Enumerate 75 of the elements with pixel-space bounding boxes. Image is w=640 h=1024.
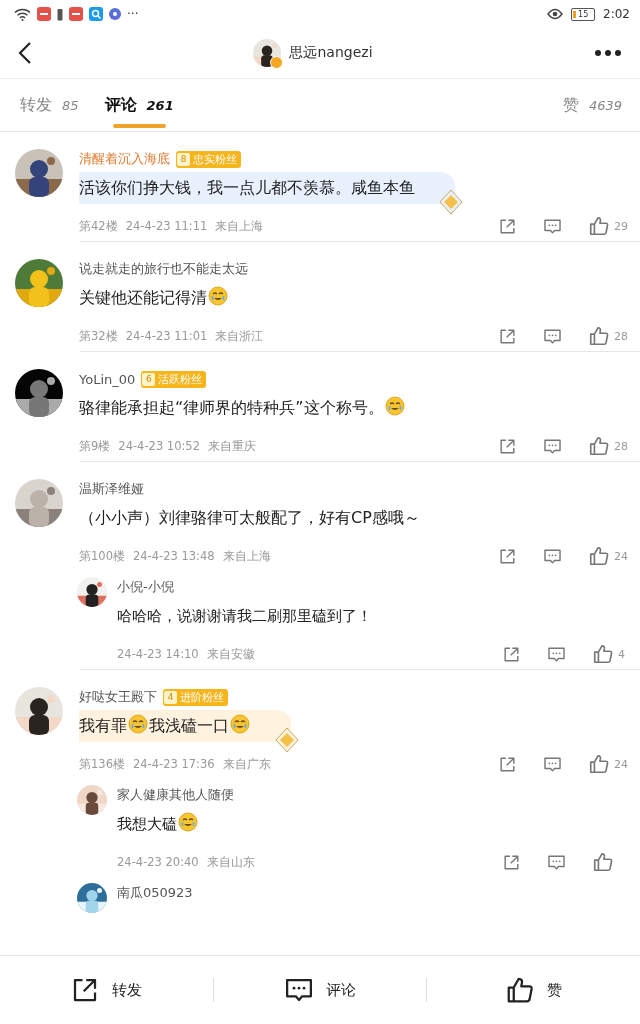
- user-name[interactable]: 说走就走的旅行也不能走太远: [79, 260, 248, 278]
- post-time: 24-4-23 17:36: [132, 756, 215, 772]
- tab[interactable]: 转发 85: [20, 79, 79, 131]
- emoji-icon: [384, 396, 405, 416]
- reply-button[interactable]: [543, 546, 562, 566]
- thumbs-up-icon[interactable]: [505, 975, 536, 1005]
- floor-number: 第32楼: [79, 328, 118, 344]
- emoji-icon: [128, 714, 148, 734]
- comment-text: 哈哈哈，说谢谢请我二刷那里磕到了！: [117, 606, 372, 627]
- reply-button[interactable]: [543, 754, 562, 774]
- floor-number: 第136楼: [79, 756, 125, 772]
- user-name[interactable]: 好哒女王殿下: [79, 688, 157, 706]
- comment-text: 骆律能承担起“律师界的特种兵”这个称号。: [79, 396, 406, 420]
- share-button[interactable]: [498, 546, 517, 566]
- user-name: 思远nangezi: [289, 44, 373, 62]
- comment-text: 我想大磕: [117, 812, 199, 836]
- floor-number: 第9楼: [79, 438, 111, 454]
- wifi-icon: [14, 7, 31, 21]
- back-icon[interactable]: [18, 41, 32, 65]
- search-icon: [89, 7, 103, 21]
- location: 来自上海: [215, 218, 264, 234]
- post-time: 24-4-23 10:52: [118, 438, 200, 454]
- user-name[interactable]: 温斯泽维娅: [79, 480, 144, 498]
- share-button[interactable]: [502, 852, 521, 872]
- tab[interactable]: 评论 261: [104, 79, 174, 131]
- user-name[interactable]: 小倪-小倪: [117, 578, 174, 596]
- post-time: 24-4-23 20:40: [117, 854, 199, 870]
- more-notifications: ···: [127, 7, 139, 21]
- fan-badge: 6 活跃粉丝: [141, 370, 207, 388]
- location: 来自上海: [222, 548, 271, 564]
- emoji-icon: [230, 714, 250, 734]
- eye-icon: [547, 8, 564, 20]
- post-time: 24-4-23 14:10: [117, 646, 199, 662]
- comment-text: 关键他还能记得清: [79, 286, 229, 310]
- reply-button[interactable]: [547, 852, 566, 872]
- battery-indicator: 15: [571, 7, 596, 21]
- floor-number: 第42楼: [79, 218, 118, 234]
- post-time: 24-4-23 11:11: [125, 218, 208, 234]
- comment-button[interactable]: 评论: [213, 975, 427, 1005]
- comment-text: （小小声）刘律骆律可太般配了，好有CP感哦～: [79, 507, 420, 529]
- music-icon: [109, 8, 121, 20]
- like-button[interactable]: 赞: [427, 975, 640, 1005]
- reply-button[interactable]: [543, 216, 562, 236]
- app-icon: [37, 7, 51, 21]
- user-name[interactable]: YoLin_00: [79, 371, 136, 387]
- reply-button[interactable]: [543, 326, 562, 346]
- comment-text: 我有罪 我浅磕一口: [79, 714, 251, 738]
- share-button[interactable]: 转发: [0, 975, 213, 1005]
- location: 来自安徽: [206, 646, 255, 662]
- battery-icon: [57, 7, 63, 21]
- post-time: 24-4-23 13:48: [132, 548, 215, 564]
- location: 来自山东: [206, 854, 255, 870]
- post-time: 24-4-23 11:01: [125, 328, 208, 344]
- clock-time: 2:02: [603, 7, 630, 21]
- share-button[interactable]: [498, 216, 517, 236]
- user-name[interactable]: 南瓜050923: [117, 884, 193, 902]
- floor-number: 第100楼: [79, 548, 125, 564]
- reply-button[interactable]: [547, 644, 566, 664]
- location: 来自广东: [222, 756, 271, 772]
- more-icon[interactable]: [594, 49, 622, 57]
- tab[interactable]: 赞 4639: [562, 79, 622, 131]
- share-button[interactable]: [498, 754, 517, 774]
- comment-text: 活该你们挣大钱，我一点儿都不羡慕。咸鱼本鱼: [79, 177, 415, 199]
- user-name[interactable]: 家人健康其他人随便: [117, 786, 234, 804]
- share-button[interactable]: [498, 326, 517, 346]
- share-button[interactable]: [502, 644, 521, 664]
- fan-badge: 8 忠实粉丝: [176, 150, 241, 168]
- emoji-icon: [178, 812, 198, 832]
- location: 来自重庆: [208, 438, 256, 454]
- share-button[interactable]: [498, 436, 517, 456]
- emoji-icon: [208, 286, 228, 306]
- reply-button[interactable]: [543, 436, 562, 456]
- fan-badge: 4 进阶粉丝: [163, 688, 228, 706]
- location: 来自浙江: [215, 328, 264, 344]
- app-icon: [69, 7, 83, 21]
